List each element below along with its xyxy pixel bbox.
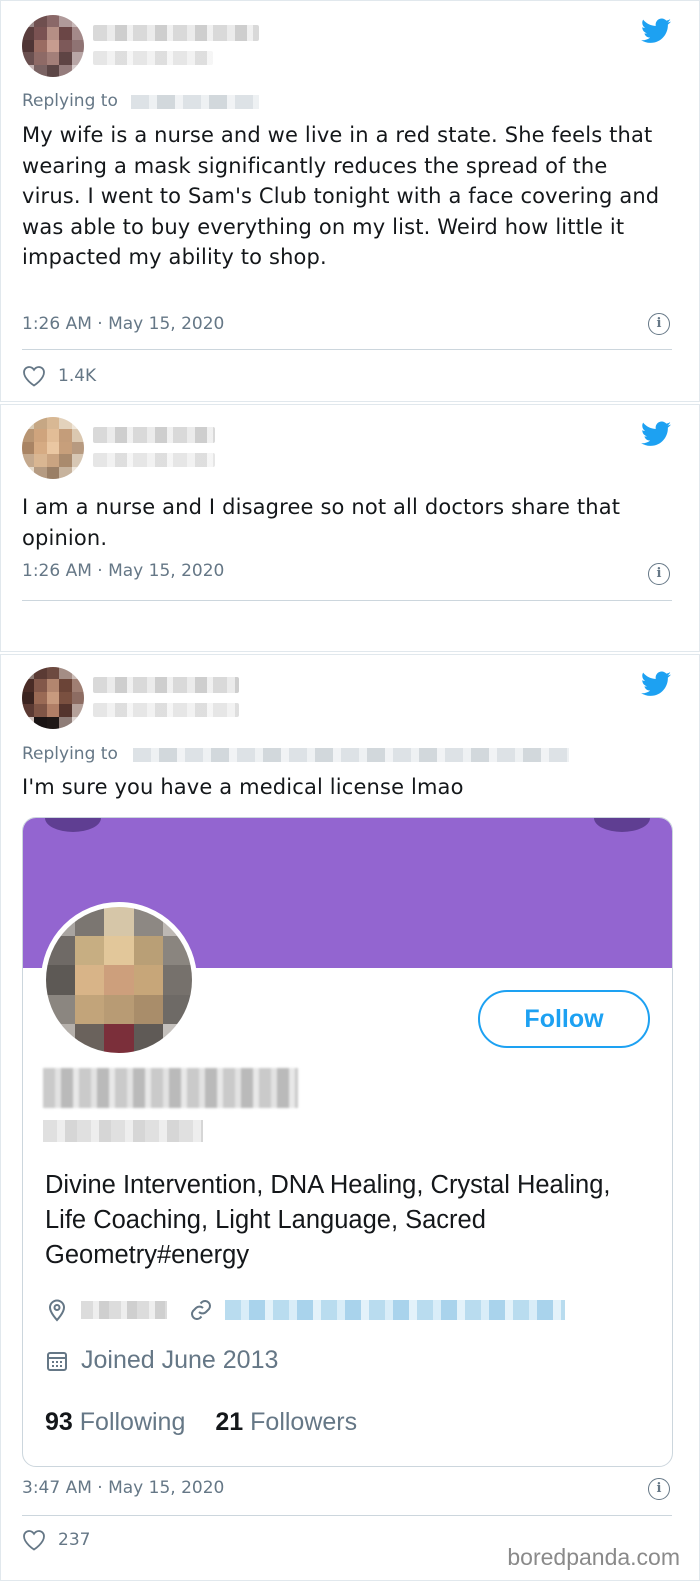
following-count-link[interactable]: 93 Following <box>45 1408 185 1437</box>
profile-location-redacted <box>81 1301 167 1319</box>
display-name-redacted <box>93 25 259 41</box>
tweet-2: I am a nurse and I disagree so not all d… <box>0 404 700 652</box>
handle-redacted <box>93 703 239 717</box>
like-button[interactable]: 237 <box>22 1529 90 1551</box>
like-count: 1.4K <box>58 366 97 386</box>
location-pin-icon <box>48 1299 66 1322</box>
heart-icon <box>23 1530 45 1551</box>
twitter-bird-icon <box>641 671 671 696</box>
tweet-1: Replying to My wife is a nurse and we li… <box>0 0 700 402</box>
twitter-bird-icon <box>641 18 671 43</box>
tweet-text: I'm sure you have a medical license lmao <box>22 775 464 799</box>
link-icon <box>191 1300 211 1320</box>
profile-location-link-row <box>45 1298 565 1322</box>
calendar-icon <box>47 1351 67 1371</box>
replying-to-label: Replying to <box>22 744 118 764</box>
info-icon[interactable]: i <box>648 313 670 335</box>
tweet-timestamp[interactable]: 3:47 AM · May 15, 2020 <box>22 1478 224 1498</box>
tweet-text: My wife is a nurse and we live in a red … <box>22 123 660 269</box>
divider <box>22 1515 672 1516</box>
like-count: 237 <box>58 1530 91 1550</box>
replying-to-label: Replying to <box>22 91 118 111</box>
profile-handle-redacted <box>43 1120 203 1142</box>
replying-to-handle-redacted[interactable] <box>133 748 569 762</box>
info-icon[interactable]: i <box>648 563 670 585</box>
twitter-bird-icon <box>641 421 671 446</box>
avatar[interactable] <box>22 667 84 729</box>
tweet-timestamp[interactable]: 1:26 AM · May 15, 2020 <box>22 561 224 581</box>
profile-joined-date: Joined June 2013 <box>81 1346 279 1374</box>
avatar[interactable] <box>22 15 84 77</box>
divider <box>22 349 672 350</box>
profile-joined-row: Joined June 2013 <box>45 1346 278 1375</box>
handle-redacted <box>93 453 215 467</box>
display-name-redacted <box>93 427 215 443</box>
heart-icon <box>23 366 45 387</box>
replying-to-handle-redacted[interactable] <box>131 95 259 109</box>
avatar[interactable] <box>22 417 84 479</box>
follow-button[interactable]: Follow <box>478 990 650 1048</box>
profile-name-redacted <box>43 1068 298 1108</box>
info-icon[interactable]: i <box>648 1478 670 1500</box>
profile-counts: 93 Following 21 Followers <box>45 1408 357 1437</box>
tweet-timestamp[interactable]: 1:26 AM · May 15, 2020 <box>22 314 224 334</box>
watermark: boredpanda.com <box>507 1544 680 1570</box>
display-name-redacted <box>93 677 239 693</box>
tweet-text: I am a nurse and I disagree so not all d… <box>22 495 621 550</box>
handle-redacted <box>93 51 213 65</box>
tweet-3: Replying to I'm sure you have a medical … <box>0 654 700 1581</box>
profile-url-redacted[interactable] <box>225 1300 565 1320</box>
profile-card[interactable]: Follow Divine Intervention, DNA Healing,… <box>22 817 673 1467</box>
profile-avatar[interactable] <box>41 902 197 1058</box>
followers-count-link[interactable]: 21 Followers <box>215 1408 357 1437</box>
divider <box>22 600 672 601</box>
profile-bio: Divine Intervention, DNA Healing, Crysta… <box>45 1171 611 1269</box>
like-button[interactable]: 1.4K <box>22 365 96 387</box>
